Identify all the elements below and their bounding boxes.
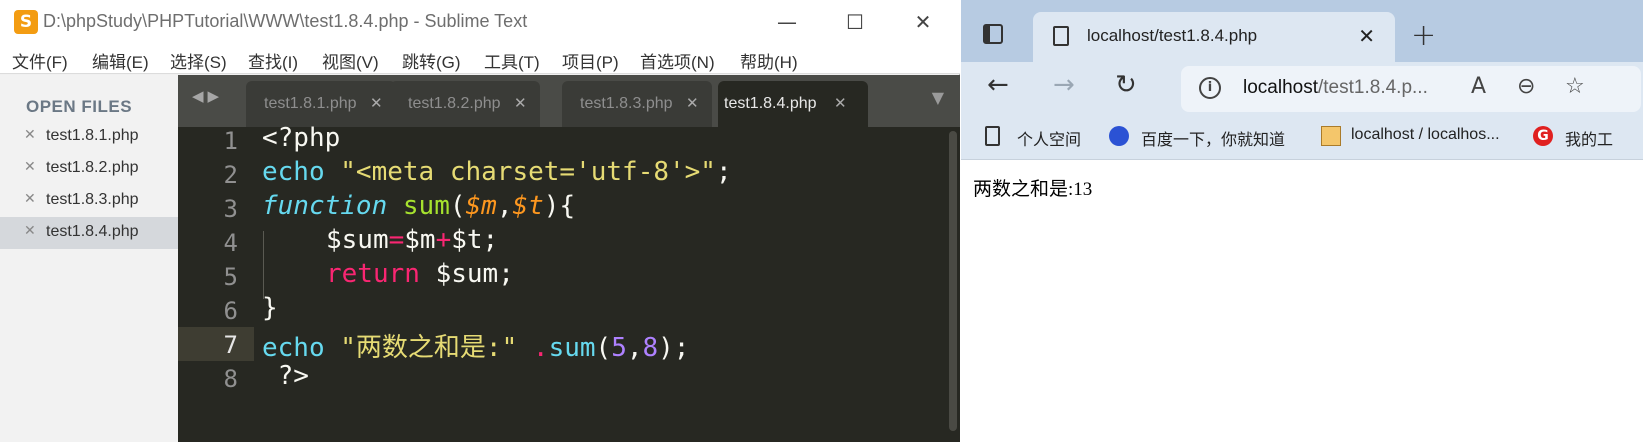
menu-preferences[interactable]: 首选项(N): [640, 48, 715, 73]
line-number: 4: [223, 229, 238, 257]
menu-project[interactable]: 项目(P): [562, 48, 619, 73]
url-text: localhost/test1.8.4.p...: [1243, 77, 1428, 98]
tab[interactable]: test1.8.2.php ✕: [390, 81, 540, 127]
maximize-button[interactable]: ☐: [832, 8, 878, 36]
menu-selection[interactable]: 选择(S): [170, 48, 227, 73]
line-number: 5: [223, 263, 238, 291]
browser-tab-strip: localhost/test1.8.4.php ✕ +: [961, 0, 1643, 62]
favorites-bar: 个人空间 百度一下，你就知道 localhost / localhos... G…: [961, 116, 1643, 160]
sidebar-file-name: test1.8.1.php: [46, 127, 139, 144]
line-number: 3: [223, 195, 238, 223]
indent-guide: [263, 231, 264, 299]
line-number: 7: [223, 331, 238, 359]
code-line-5: return $sum;: [326, 259, 514, 289]
site-info-icon[interactable]: i: [1199, 77, 1221, 99]
menu-find[interactable]: 查找(I): [248, 48, 298, 73]
sidebar-file-name: test1.8.4.php: [46, 223, 139, 240]
read-aloud-icon[interactable]: A: [1471, 74, 1486, 99]
code-line-2: echo "<meta charset='utf-8'>";: [262, 157, 732, 187]
open-files-header: OPEN FILES: [26, 97, 133, 116]
menu-view[interactable]: 视图(V): [322, 48, 379, 73]
tab-close-icon[interactable]: ✕: [686, 94, 699, 112]
tab-scroll-arrows-icon[interactable]: ◀▶: [192, 87, 223, 105]
page-output-text: 两数之和是:13: [973, 179, 1093, 200]
favorite-baidu[interactable]: 百度一下，你就知道: [1141, 126, 1285, 150]
red-g-icon: G: [1533, 126, 1553, 146]
browser-toolbar: ← → ↻ i localhost/test1.8.4.p... A ⊖ ☆: [961, 62, 1643, 116]
tab-label: test1.8.3.php: [580, 95, 673, 112]
close-button[interactable]: ✕: [900, 8, 946, 36]
tab-list-dropdown-icon[interactable]: ▼: [932, 88, 944, 107]
page-icon: [985, 126, 1000, 146]
favorite-localhost[interactable]: localhost / localhos...: [1351, 126, 1500, 144]
tab-label: test1.8.1.php: [264, 95, 357, 112]
title-bar: S D:\phpStudy\PHPTutorial\WWW\test1.8.4.…: [0, 0, 960, 44]
vertical-scrollbar[interactable]: [949, 131, 957, 431]
sidebar-file[interactable]: ✕ test1.8.2.php: [0, 153, 178, 185]
line-number: 2: [223, 161, 238, 189]
sublime-window: S D:\phpStudy\PHPTutorial\WWW\test1.8.4.…: [0, 0, 960, 442]
tab-close-icon[interactable]: ✕: [370, 94, 383, 112]
menu-file[interactable]: 文件(F): [12, 48, 68, 73]
menu-edit[interactable]: 编辑(E): [92, 48, 149, 73]
tab-bar: ◀▶ test1.8.1.php ✕ test1.8.2.php ✕ test1…: [178, 75, 960, 127]
add-favorite-icon[interactable]: ☆: [1565, 74, 1585, 99]
favorite-personal-space[interactable]: 个人空间: [1017, 126, 1081, 150]
refresh-icon[interactable]: ↻: [1115, 70, 1137, 100]
code-line-1: <?php: [262, 123, 341, 153]
line-number: 1: [223, 127, 238, 155]
window-title: D:\phpStudy\PHPTutorial\WWW\test1.8.4.ph…: [43, 11, 528, 31]
browser-tab-title: localhost/test1.8.4.php: [1087, 26, 1258, 45]
tab-active[interactable]: test1.8.4.php ✕: [718, 81, 868, 127]
sidebar-file-active[interactable]: ✕ test1.8.4.php: [0, 217, 178, 249]
new-tab-icon[interactable]: +: [1411, 18, 1436, 53]
close-tab-icon[interactable]: ✕: [1358, 24, 1375, 48]
sidebar-file[interactable]: ✕ test1.8.3.php: [0, 185, 178, 217]
tab-actions-icon[interactable]: [983, 24, 1003, 44]
code-editor[interactable]: 1 2 3 4 5 6 7 8 <?php echo "<meta charse…: [178, 123, 960, 442]
tab-label: test1.8.4.php: [724, 95, 817, 112]
page-content: 两数之和是:13: [961, 160, 1643, 442]
zoom-out-icon[interactable]: ⊖: [1517, 74, 1535, 99]
sidebar: OPEN FILES ✕ test1.8.1.php ✕ test1.8.2.p…: [0, 75, 178, 442]
baidu-icon: [1109, 126, 1129, 146]
menu-goto[interactable]: 跳转(G): [402, 48, 461, 73]
phpmyadmin-icon: [1321, 126, 1341, 146]
code-line-3: function sum($m,$t){: [262, 191, 576, 221]
minimize-button[interactable]: —: [764, 8, 810, 36]
tab-close-icon[interactable]: ✕: [514, 94, 527, 112]
line-number: 6: [223, 297, 238, 325]
menu-tools[interactable]: 工具(T): [484, 48, 540, 73]
browser-tab-active[interactable]: localhost/test1.8.4.php ✕: [1033, 12, 1395, 62]
line-number: 8: [223, 365, 238, 393]
tab-label: test1.8.2.php: [408, 95, 501, 112]
favorite-mine[interactable]: 我的工: [1565, 126, 1613, 150]
sublime-logo-icon: S: [14, 10, 38, 34]
address-bar[interactable]: i localhost/test1.8.4.p... A ⊖ ☆: [1181, 66, 1641, 112]
sidebar-file-name: test1.8.2.php: [46, 159, 139, 176]
tab[interactable]: test1.8.1.php ✕: [246, 81, 396, 127]
code-line-7: echo "两数之和是:" .sum(5,8);: [262, 333, 690, 363]
close-file-icon[interactable]: ✕: [24, 159, 36, 175]
code-line-4: $sum=$m+$t;: [326, 225, 499, 255]
sidebar-file-name: test1.8.3.php: [46, 191, 139, 208]
code-line-6: }: [262, 293, 278, 323]
close-file-icon[interactable]: ✕: [24, 223, 36, 239]
menu-help[interactable]: 帮助(H): [740, 48, 798, 73]
forward-icon[interactable]: →: [1053, 70, 1075, 100]
back-icon[interactable]: ←: [987, 70, 1009, 100]
tab[interactable]: test1.8.3.php ✕: [562, 81, 712, 127]
sidebar-file[interactable]: ✕ test1.8.1.php: [0, 121, 178, 153]
menu-bar: 文件(F) 编辑(E) 选择(S) 查找(I) 视图(V) 跳转(G) 工具(T…: [0, 44, 960, 74]
browser-window: localhost/test1.8.4.php ✕ + ← → ↻ i loca…: [961, 0, 1643, 442]
close-file-icon[interactable]: ✕: [24, 127, 36, 143]
code-line-8: ?>: [262, 361, 309, 391]
page-icon: [1053, 26, 1069, 46]
tab-close-icon[interactable]: ✕: [834, 94, 847, 112]
close-file-icon[interactable]: ✕: [24, 191, 36, 207]
